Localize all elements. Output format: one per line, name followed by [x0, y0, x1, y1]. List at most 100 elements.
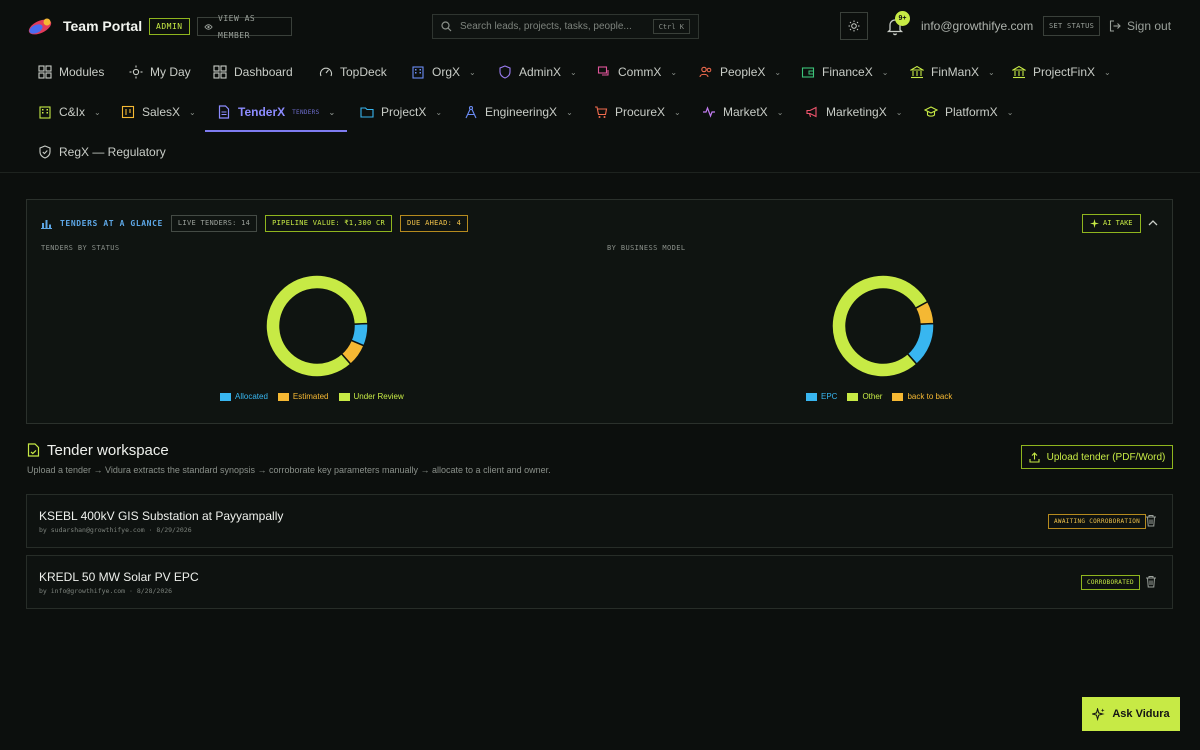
view-as-member-button[interactable]: VIEW AS MEMBER [197, 14, 292, 40]
live-tenders-chip: LIVE TENDERS: 14 [170, 215, 258, 232]
upload-tender-button[interactable]: Upload tender (PDF/Word) [1021, 445, 1173, 469]
chevron-up-icon[interactable] [1146, 216, 1160, 230]
nav-item-finmanx[interactable]: FinManX ⌄ [910, 52, 995, 92]
sparkle-icon [1092, 707, 1105, 721]
chevron-down-icon: ⌄ [1006, 107, 1014, 117]
nav-item-marketx[interactable]: MarketX ⌄ [702, 92, 783, 132]
set-status-button[interactable]: SET STATUS [1043, 16, 1101, 36]
status-badge: AWAITING CORROBORATION [1048, 514, 1147, 529]
donut-slice-other[interactable] [831, 274, 929, 378]
nav-item-procurex[interactable]: ProcureX ⌄ [594, 92, 681, 132]
nav-item-topdeck[interactable]: TopDeck [319, 52, 387, 92]
search-bar[interactable]: Search leads, projects, tasks, people...… [432, 14, 699, 39]
nav-label: CommX [618, 65, 662, 79]
nav-label: EngineeringX [485, 105, 558, 119]
theme-toggle-button[interactable] [840, 12, 868, 40]
chevron-down-icon: ⌄ [988, 67, 995, 77]
chevron-down-icon: ⌄ [570, 67, 577, 77]
nav-item-orgx[interactable]: OrgX ⌄ [411, 52, 476, 92]
legend-swatch [338, 392, 350, 401]
nav-item-engineeringx[interactable]: EngineeringX ⌄ [464, 92, 573, 132]
nav-label: My Day [150, 65, 191, 79]
nav-item-marketingx[interactable]: MarketingX ⌄ [805, 92, 902, 132]
nav-label: PeopleX [720, 65, 766, 79]
nav-label: RegX — Regulatory [59, 145, 166, 159]
nav-item-adminx[interactable]: AdminX ⌄ [498, 52, 577, 92]
legend-swatch [892, 392, 904, 401]
tender-card[interactable]: KREDL 50 MW Solar PV EPC by info@growthi… [26, 555, 1173, 609]
folder-icon [360, 107, 374, 118]
sun-icon [129, 65, 143, 79]
chevron-down-icon: ⌄ [435, 107, 443, 117]
nav-label: Dashboard [234, 65, 293, 79]
nav-item-modules[interactable]: Modules [38, 52, 104, 92]
legend-item: Estimated [277, 392, 329, 401]
tender-card[interactable]: KSEBL 400kV GIS Substation at Payyampall… [26, 494, 1173, 548]
chevron-down-icon: ⌄ [1104, 67, 1111, 77]
nav-label: ProjectX [381, 105, 427, 119]
nav-item-tenderx[interactable]: TenderX TENDERS ⌄ [204, 92, 348, 132]
gauge-icon [319, 67, 333, 77]
bank-icon [910, 65, 924, 79]
nav-item-commx[interactable]: CommX ⌄ [597, 52, 677, 92]
sun-icon [848, 20, 860, 32]
nav-sub-label: TENDERS [292, 108, 320, 116]
chat-icon [597, 66, 609, 76]
cart-icon [595, 106, 608, 118]
chevron-down-icon: ⌄ [328, 107, 336, 117]
logo-icon[interactable] [26, 16, 54, 36]
nav-item-financex[interactable]: FinanceX ⌄ [801, 52, 888, 92]
graduation-icon [924, 106, 938, 117]
user-email[interactable]: info@growthifye.com [921, 19, 1033, 33]
nav-item-dashboard[interactable]: Dashboard [213, 52, 293, 92]
legend-item: EPC [806, 392, 837, 401]
legend-label: Under Review [353, 392, 404, 401]
search-input[interactable]: Search leads, projects, tasks, people... [460, 21, 653, 32]
nav-label: FinanceX [822, 65, 873, 79]
ask-vidura-button[interactable]: Ask Vidura [1082, 697, 1180, 731]
nav-divider [0, 172, 1200, 173]
tender-title[interactable]: KSEBL 400kV GIS Substation at Payyampall… [39, 509, 283, 523]
brand-name[interactable]: Team Portal [63, 18, 142, 34]
role-badge: ADMIN [149, 18, 190, 35]
bank-icon [1012, 65, 1026, 79]
ai-take-label: AI TAKE [1103, 219, 1133, 227]
nav-label: MarketX [723, 105, 768, 119]
nav-label: FinManX [931, 65, 980, 79]
upload-tender-label: Upload tender (PDF/Word) [1046, 451, 1166, 463]
nav-row-2: C&Ix ⌄ SalesX ⌄ TenderX TENDERS ⌄ ProjectX… [0, 92, 1200, 132]
compass-icon [465, 105, 477, 119]
trash-icon[interactable] [1145, 575, 1157, 588]
legend-label: Estimated [292, 392, 329, 401]
nav-item-regx[interactable]: RegX — Regulatory [38, 132, 166, 172]
chevron-down-icon: ⌄ [94, 107, 101, 117]
tender-title[interactable]: KREDL 50 MW Solar PV EPC [39, 570, 199, 584]
nav-label: SalesX [142, 105, 181, 119]
trash-icon[interactable] [1145, 514, 1157, 527]
status-badge: CORROBORATED [1081, 575, 1140, 590]
shield-icon [499, 65, 511, 79]
chevron-down-icon: ⌄ [674, 107, 681, 117]
pipeline-value-chip: PIPELINE VALUE: ₹1,300 CR [265, 215, 393, 232]
glance-title: TENDERS AT A GLANCE [60, 219, 163, 228]
sign-out-button[interactable]: Sign out [1109, 19, 1171, 33]
workspace-title: Tender workspace [47, 442, 169, 459]
bar-chart-icon [41, 220, 52, 229]
legend-label: Other [862, 392, 883, 401]
status-chart-label: TENDERS BY STATUS [41, 244, 120, 252]
nav-item-projectx[interactable]: ProjectX ⌄ [360, 92, 442, 132]
nav-item-my-day[interactable]: My Day [129, 52, 191, 92]
nav-item-projectfinx[interactable]: ProjectFinX ⌄ [1012, 52, 1111, 92]
nav-item-platformx[interactable]: PlatformX ⌄ [924, 92, 1013, 132]
glance-header: TENDERS AT A GLANCE LIVE TENDERS: 14 PIP… [41, 215, 469, 232]
chevron-down-icon: ⌄ [469, 67, 476, 77]
wallet-icon [801, 67, 815, 78]
tender-meta: by sudarshan@growthifye.com · 8/29/2026 [39, 526, 192, 534]
nav-item-salesx[interactable]: SalesX ⌄ [121, 92, 196, 132]
business-model-donut-chart [831, 274, 935, 378]
nav-label: C&Ix [59, 105, 86, 119]
pulse-icon [703, 106, 715, 118]
nav-item-cix[interactable]: C&Ix ⌄ [38, 92, 101, 132]
ai-take-button[interactable]: AI TAKE [1082, 214, 1141, 233]
nav-item-peoplex[interactable]: PeopleX ⌄ [699, 52, 781, 92]
